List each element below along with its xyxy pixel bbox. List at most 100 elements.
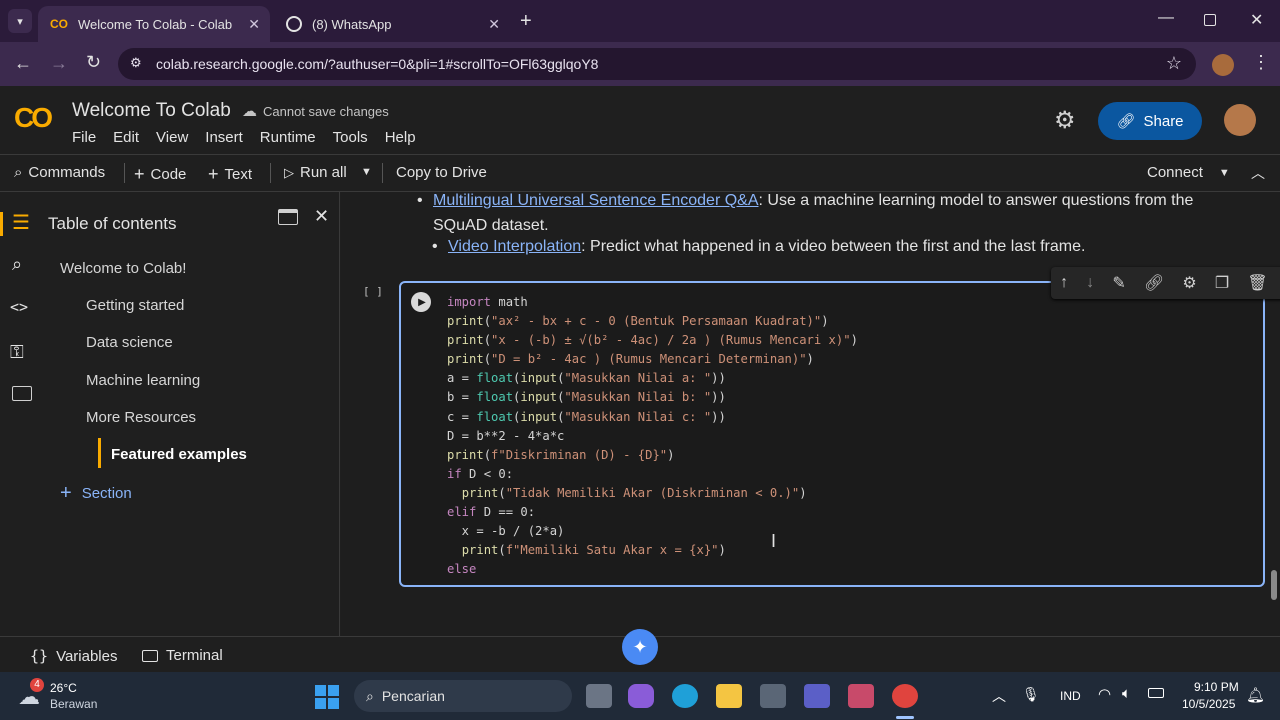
copy-to-drive-button[interactable]: Copy to Drive [396, 164, 487, 181]
connect-label: Connect [1147, 164, 1203, 181]
mirror-cell-icon[interactable]: ❐ [1215, 273, 1229, 293]
menu-file[interactable]: File [72, 129, 96, 146]
bottom-bar: {} Variables Terminal ✦ [0, 629, 1280, 672]
input-language[interactable]: IND [1060, 689, 1081, 703]
link-video-interpolation[interactable]: Video Interpolation [448, 238, 581, 255]
bookmark-star-icon[interactable]: ☆ [1166, 53, 1182, 74]
profile-avatar[interactable] [1212, 54, 1234, 76]
run-all-button[interactable]: ▷ Run all [284, 164, 347, 181]
forward-icon[interactable]: → [50, 53, 68, 74]
toc-item-featured-examples[interactable]: Featured examples [111, 446, 247, 463]
toc-item-getting-started[interactable]: Getting started [86, 297, 184, 314]
settings-gear-icon[interactable]: ⚙ [1182, 273, 1196, 293]
code-cell[interactable]: ▶ import math print("ax² - bx + c - 0 (Be… [399, 267, 1280, 587]
volume-icon[interactable]: 🔈︎ [1122, 685, 1131, 702]
gemini-sparkle-button[interactable]: ✦ [622, 629, 658, 665]
start-tile [328, 685, 339, 696]
menu-insert[interactable]: Insert [205, 129, 243, 146]
connect-button[interactable]: Connect ▼ [1147, 164, 1230, 181]
text-cursor-icon: Ι [771, 531, 777, 551]
colab-logo-icon[interactable]: CO [14, 102, 53, 134]
notification-bell-icon[interactable]: 🔔︎ [1246, 686, 1265, 704]
more-menu-icon[interactable]: ⋮ [1252, 52, 1270, 73]
clock-date[interactable]: 10/5/2025 [1182, 697, 1235, 711]
weather-widget[interactable]: ☁ 4 26°C Berawan [18, 678, 118, 714]
toc-active-marker [98, 438, 101, 468]
clock-time[interactable]: 9:10 PM [1194, 680, 1239, 694]
file-explorer-icon[interactable] [716, 684, 742, 708]
code-line: import math [447, 295, 528, 309]
close-tab-icon[interactable]: ✕ [248, 16, 260, 33]
new-tab-button[interactable]: + [520, 10, 532, 33]
delete-icon[interactable]: 🗑︎ [1247, 273, 1267, 293]
close-window-button[interactable]: ✕ [1250, 10, 1263, 30]
collapse-header-icon[interactable]: ︿ [1251, 163, 1265, 183]
windows-start-icon[interactable] [315, 685, 339, 709]
link-icon[interactable]: 🔗︎ [1144, 273, 1164, 293]
edit-pen-icon[interactable]: ✎ [1112, 273, 1125, 293]
start-tile [328, 698, 339, 709]
add-section-button[interactable]: + Section [60, 482, 132, 505]
reload-icon[interactable]: ↻ [86, 52, 101, 73]
menu-tools[interactable]: Tools [333, 129, 368, 146]
windows-taskbar: ☁ 4 26°C Berawan ⌕ Pencarian ︿ 🎙︎ IND ◠ … [0, 672, 1280, 720]
toc-item-more-resources[interactable]: More Resources [86, 409, 196, 426]
add-text-button[interactable]: + Text [208, 164, 252, 185]
camera-icon[interactable] [760, 684, 786, 708]
toc-item-welcome[interactable]: Welcome to Colab! [60, 260, 186, 277]
toc-item-data-science[interactable]: Data science [86, 334, 173, 351]
wifi-icon[interactable]: ◠ [1098, 685, 1111, 703]
code-line: x = -b / (2*a) [447, 524, 565, 539]
menu-help[interactable]: Help [385, 129, 416, 146]
menu-edit[interactable]: Edit [113, 129, 139, 146]
move-down-icon[interactable]: ↓ [1086, 274, 1094, 292]
find-replace-icon[interactable]: ⌕ [12, 254, 22, 275]
battery-icon[interactable] [1148, 688, 1164, 698]
commands-button[interactable]: ⌕ Commands [14, 164, 105, 181]
share-button[interactable]: 🔗︎ Share [1098, 102, 1202, 140]
tab-search-button[interactable]: ▾ [8, 9, 32, 33]
variables-button[interactable]: {} Variables [30, 647, 117, 665]
copilot-icon[interactable] [628, 684, 654, 708]
code-editor[interactable]: import math print("ax² - bx + c - 0 (Bent… [447, 293, 858, 579]
run-all-dropdown-icon[interactable]: ▼ [361, 166, 372, 178]
taskbar-search-input[interactable]: ⌕ Pencarian [354, 680, 572, 712]
save-status: ☁ Cannot save changes [242, 102, 389, 120]
code-snippets-icon[interactable]: <> [10, 298, 28, 316]
run-cell-button[interactable]: ▶ [411, 292, 431, 312]
secrets-key-icon[interactable]: ⚿ [10, 342, 24, 363]
files-folder-icon[interactable] [12, 386, 32, 401]
open-in-tab-icon[interactable] [278, 209, 298, 225]
task-view-icon[interactable] [586, 684, 612, 708]
minimize-button[interactable]: — [1158, 9, 1174, 27]
notebook-title[interactable]: Welcome To Colab [72, 100, 231, 122]
restore-button[interactable] [1204, 14, 1216, 26]
move-up-icon[interactable]: ↑ [1060, 274, 1068, 292]
link-multilingual-qa[interactable]: Multilingual Universal Sentence Encoder … [433, 192, 759, 209]
site-info-icon[interactable]: ⚙ [130, 55, 142, 71]
user-avatar[interactable] [1224, 104, 1256, 136]
toc-list-icon[interactable]: ☰ [12, 210, 30, 235]
close-panel-icon[interactable]: ✕ [314, 206, 329, 227]
microphone-icon[interactable]: 🎙︎ [1022, 686, 1040, 703]
chevron-down-icon: ▼ [1218, 166, 1230, 179]
back-icon[interactable]: ← [14, 53, 32, 74]
menu-view[interactable]: View [156, 129, 188, 146]
chrome-icon[interactable] [892, 684, 918, 708]
tab-colab[interactable]: CO Welcome To Colab - Colab ✕ [38, 6, 270, 42]
active-app-indicator [896, 716, 914, 719]
snipping-tool-icon[interactable] [848, 684, 874, 708]
menu-runtime[interactable]: Runtime [260, 129, 316, 146]
tab-whatsapp[interactable]: (8) WhatsApp ✕ [274, 6, 510, 42]
url-text: colab.research.google.com/?authuser=0&pl… [156, 56, 599, 72]
scrollbar-thumb[interactable] [1271, 570, 1277, 600]
add-code-button[interactable]: + Code [134, 164, 186, 185]
teams-icon[interactable] [804, 684, 830, 708]
edge-browser-icon[interactable] [672, 684, 698, 708]
url-input[interactable]: ⚙ colab.research.google.com/?authuser=0&… [118, 48, 1196, 80]
toc-item-machine-learning[interactable]: Machine learning [86, 372, 200, 389]
tray-overflow-icon[interactable]: ︿ [992, 686, 1006, 706]
terminal-button[interactable]: Terminal [142, 647, 223, 664]
close-tab-icon[interactable]: ✕ [488, 16, 500, 33]
settings-gear-icon[interactable]: ⚙ [1054, 106, 1076, 135]
